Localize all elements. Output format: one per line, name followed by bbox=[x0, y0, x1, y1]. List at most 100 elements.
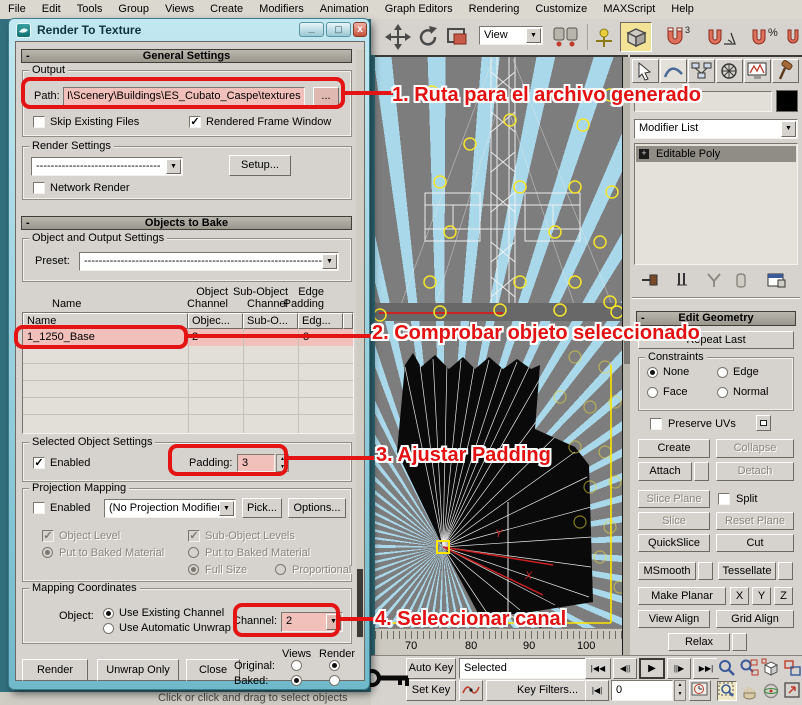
planar-x-button[interactable]: X bbox=[730, 587, 749, 605]
pan-view-icon[interactable] bbox=[739, 681, 759, 701]
snap-3d-magnet-icon[interactable]: 3 bbox=[660, 24, 696, 50]
objects-to-bake-header[interactable]: -Objects to Bake bbox=[21, 216, 352, 230]
expand-icon[interactable]: + bbox=[639, 149, 649, 159]
menu-edit[interactable]: Edit bbox=[34, 0, 69, 19]
constraint-face-radio[interactable] bbox=[647, 387, 658, 398]
modifier-stack[interactable]: + Editable Poly bbox=[634, 143, 798, 265]
table-header-object-channel[interactable]: Objec... bbox=[188, 313, 243, 329]
auto-key-button[interactable]: Auto Key bbox=[406, 658, 456, 679]
zoom-all-icon[interactable] bbox=[739, 658, 759, 678]
menu-customize[interactable]: Customize bbox=[527, 0, 595, 19]
general-settings-header[interactable]: -General Settings bbox=[21, 49, 352, 63]
tab-display[interactable] bbox=[744, 59, 771, 83]
dialog-scrollbar[interactable] bbox=[356, 49, 364, 639]
menu-views[interactable]: Views bbox=[157, 0, 202, 19]
quickslice-button[interactable]: QuickSlice bbox=[638, 534, 710, 552]
menu-tools[interactable]: Tools bbox=[69, 0, 111, 19]
constraint-none-radio[interactable] bbox=[647, 367, 658, 378]
table-header-edge-padding[interactable]: Edg... bbox=[298, 313, 343, 329]
skip-existing-checkbox[interactable] bbox=[33, 116, 45, 128]
show-end-result-icon[interactable] bbox=[674, 271, 690, 292]
chevron-down-icon[interactable]: ▼ bbox=[526, 28, 541, 43]
snaps-toggle-icon[interactable] bbox=[620, 22, 652, 52]
menu-maxscript[interactable]: MAXScript bbox=[595, 0, 663, 19]
put-baked-material-radio-1[interactable] bbox=[42, 547, 53, 558]
sub-object-levels-checkbox[interactable]: ✓ bbox=[188, 530, 200, 542]
panel-scrollbar[interactable] bbox=[622, 57, 630, 655]
time-ruler[interactable]: 70 80 90 100 bbox=[375, 628, 628, 655]
tab-create[interactable] bbox=[632, 59, 659, 83]
set-key-button[interactable]: Set Key bbox=[406, 680, 456, 701]
create-button[interactable]: Create bbox=[638, 439, 710, 458]
menu-modifiers[interactable]: Modifiers bbox=[251, 0, 312, 19]
time-config-button[interactable] bbox=[689, 680, 711, 701]
render-to-texture-dialog[interactable]: Render To Texture _ ▢ x -General Setting… bbox=[8, 18, 370, 690]
tab-utilities[interactable] bbox=[772, 59, 799, 83]
previous-frame-button[interactable]: ◀|| bbox=[613, 658, 637, 679]
close-icon[interactable]: x bbox=[353, 22, 367, 37]
projection-modifier-dropdown[interactable]: (No Projection Modifier)▼ bbox=[104, 499, 236, 518]
projection-enabled-checkbox[interactable] bbox=[33, 502, 45, 514]
setup-button[interactable]: Setup... bbox=[229, 155, 291, 176]
chevron-down-icon[interactable]: ▼ bbox=[322, 254, 337, 269]
scale-icon[interactable] bbox=[445, 26, 471, 52]
menu-group[interactable]: Group bbox=[110, 0, 157, 19]
set-key-curve-button[interactable] bbox=[459, 680, 483, 701]
go-to-start-button[interactable]: |◀◀ bbox=[585, 658, 611, 679]
preset-dropdown[interactable]: ----------------------------------------… bbox=[79, 252, 339, 271]
spinner-snap-magnet-icon[interactable] bbox=[786, 24, 802, 50]
chevron-down-icon[interactable]: ▼ bbox=[781, 121, 796, 137]
cut-button[interactable]: Cut bbox=[716, 534, 794, 552]
reference-coordsys-dropdown[interactable]: View▼ bbox=[479, 26, 543, 45]
pick-button[interactable]: Pick... bbox=[242, 498, 282, 518]
baked-views-radio[interactable] bbox=[291, 675, 302, 686]
full-size-radio[interactable] bbox=[188, 564, 199, 575]
next-frame-button[interactable]: ||▶ bbox=[667, 658, 691, 679]
zoom-extents-all-icon[interactable] bbox=[783, 658, 802, 678]
network-render-checkbox[interactable] bbox=[33, 182, 45, 194]
relax-settings-button[interactable] bbox=[732, 633, 747, 651]
tab-hierarchy[interactable] bbox=[688, 59, 715, 83]
unwrap-only-button[interactable]: Unwrap Only bbox=[97, 659, 179, 681]
maximize-button[interactable]: ▢ bbox=[326, 22, 351, 37]
chevron-down-icon[interactable]: ▼ bbox=[166, 159, 181, 174]
slice-plane-button[interactable]: Slice Plane bbox=[638, 490, 710, 508]
region-zoom-icon[interactable] bbox=[717, 681, 737, 701]
split-checkbox[interactable] bbox=[718, 493, 730, 505]
zoom-icon[interactable] bbox=[717, 658, 737, 678]
maximize-viewport-icon[interactable] bbox=[783, 681, 802, 701]
relax-button[interactable]: Relax bbox=[668, 633, 730, 651]
options-button[interactable]: Options... bbox=[288, 498, 346, 518]
rendered-frame-window-checkbox[interactable]: ✓ bbox=[189, 116, 201, 128]
tab-modify[interactable] bbox=[660, 59, 687, 83]
enabled-checkbox[interactable]: ✓ bbox=[33, 457, 45, 469]
menu-file[interactable]: File bbox=[0, 0, 34, 19]
make-planar-button[interactable]: Make Planar bbox=[638, 587, 726, 605]
arc-rotate-icon[interactable] bbox=[761, 681, 781, 701]
table-header-sub-object-channel[interactable]: Sub-O... bbox=[243, 313, 298, 329]
rotate-icon[interactable] bbox=[415, 24, 441, 50]
dialog-scrollbar-thumb[interactable] bbox=[357, 569, 363, 637]
object-level-checkbox[interactable]: ✓ bbox=[42, 530, 54, 542]
reset-plane-button[interactable]: Reset Plane bbox=[716, 512, 794, 530]
remove-modifier-icon[interactable] bbox=[732, 271, 750, 292]
view-align-button[interactable]: View Align bbox=[638, 610, 710, 628]
object-color-swatch[interactable] bbox=[776, 90, 798, 112]
menu-rendering[interactable]: Rendering bbox=[461, 0, 528, 19]
detach-button[interactable]: Detach bbox=[716, 462, 794, 481]
tessellate-button[interactable]: Tessellate bbox=[718, 562, 776, 580]
configure-modifier-sets-icon[interactable] bbox=[766, 271, 786, 292]
menu-graph-editors[interactable]: Graph Editors bbox=[377, 0, 461, 19]
baked-render-radio[interactable] bbox=[329, 675, 340, 686]
put-baked-material-radio-2[interactable] bbox=[188, 547, 199, 558]
zoom-extents-icon[interactable] bbox=[761, 658, 781, 678]
chevron-down-icon[interactable]: ▼ bbox=[219, 501, 234, 516]
close-button[interactable]: Close bbox=[186, 659, 240, 681]
grid-align-button[interactable]: Grid Align bbox=[716, 610, 794, 628]
tab-motion[interactable] bbox=[716, 59, 743, 83]
proportional-radio[interactable] bbox=[275, 564, 286, 575]
tessellate-settings-button[interactable] bbox=[778, 562, 793, 580]
planar-y-button[interactable]: Y bbox=[752, 587, 771, 605]
menu-create[interactable]: Create bbox=[202, 0, 251, 19]
constraint-edge-radio[interactable] bbox=[717, 367, 728, 378]
